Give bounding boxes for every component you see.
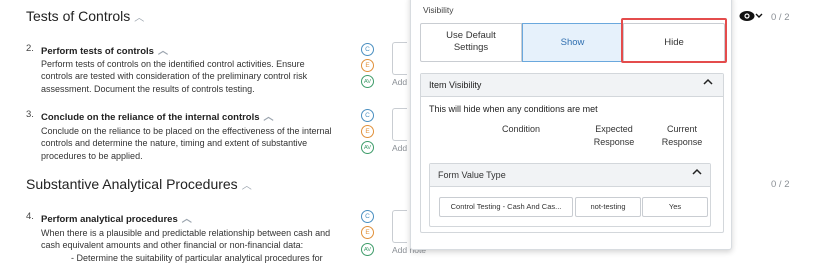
step-number: 4. bbox=[26, 211, 34, 222]
expected-response-field[interactable]: not-testing bbox=[575, 197, 641, 217]
note-box[interactable] bbox=[392, 210, 407, 243]
role-av-icon[interactable]: AV bbox=[361, 243, 374, 256]
note-box[interactable] bbox=[392, 108, 407, 141]
column-header-condition: Condition bbox=[501, 124, 541, 134]
chevron-up-icon[interactable] bbox=[692, 168, 702, 178]
condition-group-title: Form Value Type bbox=[438, 170, 506, 180]
step-title[interactable]: Perform analytical procedures ︿ bbox=[41, 210, 192, 225]
column-header-expected-response: Expected Response bbox=[593, 124, 635, 147]
section-title-tests-of-controls: Tests of Controls ︿ bbox=[26, 8, 145, 24]
item-visibility-header[interactable]: Item Visibility bbox=[421, 74, 723, 97]
condition-group-header[interactable]: Form Value Type bbox=[430, 164, 710, 187]
collapse-caret-icon[interactable]: ︿ bbox=[182, 214, 192, 225]
role-av-icon[interactable]: AV bbox=[361, 75, 374, 88]
use-default-settings-button[interactable]: Use Default Settings bbox=[420, 23, 522, 62]
add-note-link[interactable]: Add bbox=[392, 77, 407, 87]
step-description: Perform tests of controls on the identif… bbox=[41, 59, 308, 94]
visibility-condition-note: This will hide when any conditions are m… bbox=[429, 104, 598, 114]
visibility-eye-icon[interactable] bbox=[739, 9, 763, 23]
role-c-icon[interactable]: C bbox=[361, 210, 374, 223]
role-c-icon[interactable]: C bbox=[361, 43, 374, 56]
note-box[interactable] bbox=[392, 42, 407, 75]
section-score: 0 / 2 bbox=[771, 12, 790, 23]
step-description: Conclude on the reliance to be placed on… bbox=[41, 126, 332, 161]
role-c-icon[interactable]: C bbox=[361, 109, 374, 122]
step-title[interactable]: Perform tests of controls ︿ bbox=[41, 42, 168, 57]
section-title-substantive-analytical-procedures: Substantive Analytical Procedures ︿ bbox=[26, 176, 252, 192]
role-e-icon[interactable]: E bbox=[361, 226, 374, 239]
role-e-icon[interactable]: E bbox=[361, 59, 374, 72]
step-number: 2. bbox=[26, 43, 34, 54]
role-e-icon[interactable]: E bbox=[361, 125, 374, 138]
condition-field[interactable]: Control Testing - Cash And Cas... bbox=[439, 197, 573, 217]
step-number: 3. bbox=[26, 109, 34, 120]
step-description: When there is a plausible and predictabl… bbox=[41, 228, 331, 263]
show-button[interactable]: Show bbox=[522, 23, 623, 62]
visibility-popup: Visibility Use Default Settings Show Hid… bbox=[410, 0, 732, 250]
condition-group-panel: Form Value Type Control Testing - Cash A… bbox=[429, 163, 711, 227]
add-note-link[interactable]: Add bbox=[392, 143, 407, 153]
visibility-label: Visibility bbox=[423, 5, 454, 15]
current-response-field: Yes bbox=[642, 197, 708, 217]
item-visibility-panel: Item Visibility This will hide when any … bbox=[420, 73, 724, 233]
chevron-up-icon[interactable] bbox=[703, 78, 713, 88]
collapse-caret-icon[interactable]: ︿ bbox=[158, 46, 168, 57]
step-title[interactable]: Conclude on the reliance of the internal… bbox=[41, 108, 274, 123]
collapse-caret-icon[interactable]: ︿ bbox=[134, 13, 144, 24]
item-visibility-title: Item Visibility bbox=[429, 80, 482, 90]
column-header-current-response: Current Response bbox=[661, 124, 703, 147]
section-score: 0 / 2 bbox=[771, 179, 790, 190]
collapse-caret-icon[interactable]: ︿ bbox=[242, 181, 252, 192]
collapse-caret-icon[interactable]: ︿ bbox=[264, 112, 274, 123]
role-av-icon[interactable]: AV bbox=[361, 141, 374, 154]
highlight-box bbox=[621, 18, 727, 63]
